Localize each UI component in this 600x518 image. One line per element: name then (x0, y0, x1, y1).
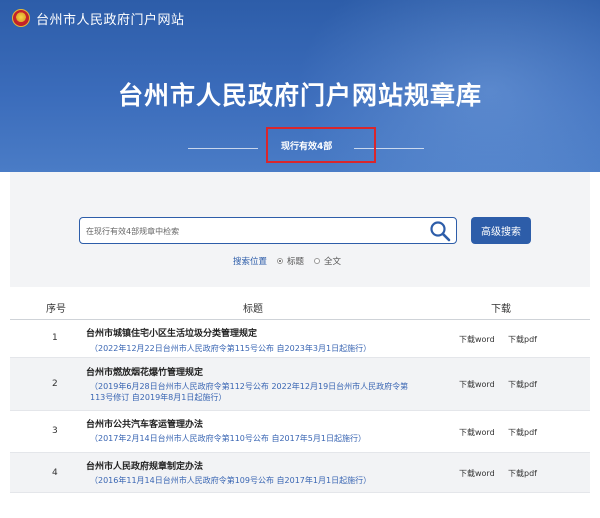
header-title: 标题 (243, 304, 263, 315)
site-topbar[interactable]: 台州市人民政府门户网站 (12, 8, 185, 28)
national-emblem-icon (12, 9, 30, 27)
download-pdf-link[interactable]: 下载pdf (508, 468, 537, 479)
search-input[interactable] (86, 222, 416, 240)
regulations-table: 序号 标题 下载 1 台州市城镇住宅小区生活垃圾分类管理规定 （2022年12月… (10, 294, 590, 493)
content-panel: 高级搜索 搜索位置 标题 全文 序号 标题 下载 1 台州市城镇住宅小区生活垃圾… (10, 172, 590, 518)
header-download: 下载 (491, 304, 511, 315)
row-index: 1 (52, 333, 58, 343)
download-word-link[interactable]: 下载word (459, 334, 495, 345)
row-index: 3 (52, 426, 58, 436)
table-row: 4 台州市人民政府规章制定办法 （2016年11月14日台州市人民政府令第109… (10, 453, 590, 493)
download-word-link[interactable]: 下载word (459, 427, 495, 438)
valid-count-highlight: 现行有效4部 (266, 127, 376, 163)
page-title: 台州市人民政府门户网站规章库 (117, 81, 482, 110)
row-title-link[interactable]: 台州市公共汽车客运管理办法 (86, 417, 203, 430)
row-title-link[interactable]: 台州市人民政府规章制定办法 (86, 459, 203, 472)
row-index: 4 (52, 468, 58, 478)
search-scope-label: 搜索位置 (233, 257, 268, 267)
row-subtitle: （2019年6月28日台州市人民政府令第112号公布 2022年12月19日台州… (90, 382, 409, 391)
row-title-link[interactable]: 台州市燃放烟花爆竹管理规定 (86, 365, 203, 378)
table-header: 序号 标题 下载 (10, 294, 590, 320)
table-row: 2 台州市燃放烟花爆竹管理规定 （2019年6月28日台州市人民政府令第112号… (10, 358, 590, 411)
download-pdf-link[interactable]: 下载pdf (508, 379, 537, 390)
download-pdf-link[interactable]: 下载pdf (508, 427, 537, 438)
radio-title-label[interactable]: 标题 (287, 255, 304, 267)
search-area: 高级搜索 搜索位置 标题 全文 (10, 172, 590, 287)
row-title-link[interactable]: 台州市城镇住宅小区生活垃圾分类管理规定 (86, 326, 257, 339)
divider-line-left (188, 148, 258, 149)
row-index: 2 (52, 379, 58, 389)
search-box (79, 217, 457, 244)
header-index: 序号 (46, 304, 66, 315)
download-word-link[interactable]: 下载word (459, 379, 495, 390)
valid-count-text: 现行有效4部 (281, 141, 333, 152)
row-subtitle: （2016年11月14日台州市人民政府令第109号公布 自2017年1月1日起施… (90, 476, 372, 485)
site-name[interactable]: 台州市人民政府门户网站 (36, 9, 185, 28)
search-scope: 搜索位置 标题 全文 (233, 255, 341, 267)
table-row: 1 台州市城镇住宅小区生活垃圾分类管理规定 （2022年12月22日台州市人民政… (10, 320, 590, 358)
download-pdf-link[interactable]: 下载pdf (508, 334, 537, 345)
row-subtitle: （2022年12月22日台州市人民政府令第115号公布 自2023年3月1日起施… (90, 344, 372, 353)
radio-title[interactable] (277, 258, 284, 264)
advanced-search-button[interactable]: 高级搜索 (471, 217, 531, 244)
row-subtitle-cont: 113号修订 自2019年8月1日起施行） (90, 393, 227, 402)
search-icon[interactable] (429, 220, 451, 242)
radio-fulltext-label[interactable]: 全文 (324, 255, 341, 267)
table-row: 3 台州市公共汽车客运管理办法 （2017年2月14日台州市人民政府令第110号… (10, 411, 590, 453)
radio-fulltext[interactable] (314, 258, 321, 264)
download-word-link[interactable]: 下载word (459, 468, 495, 479)
row-subtitle: （2017年2月14日台州市人民政府令第110号公布 自2017年5月1日起施行… (90, 434, 366, 443)
